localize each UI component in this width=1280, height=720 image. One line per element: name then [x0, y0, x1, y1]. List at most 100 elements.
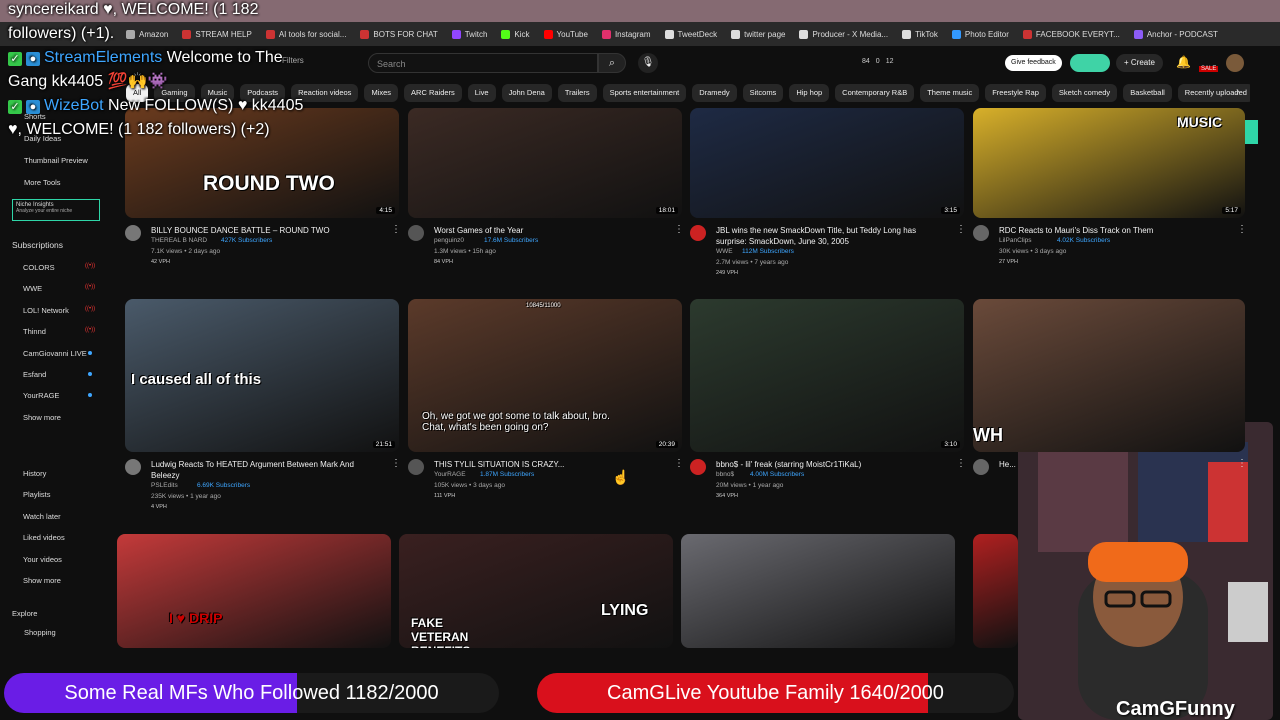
chip-sitcoms[interactable]: Sitcoms — [742, 84, 784, 102]
sidebar-you-item[interactable]: Playlists — [23, 490, 51, 499]
sidebar-you-item[interactable]: Watch later — [23, 512, 61, 521]
bookmark-item[interactable]: Producer - X Media... — [799, 29, 888, 39]
video-thumbnail[interactable]: WH — [973, 299, 1245, 452]
channel-name[interactable]: penguinz0 — [434, 237, 464, 244]
bookmark-item[interactable]: twitter page — [731, 29, 785, 39]
sidebar-sub-item[interactable]: YourRAGE — [23, 391, 59, 400]
chip-dramedy[interactable]: Dramedy — [692, 84, 737, 102]
channel-name[interactable]: LilPanClips — [999, 237, 1032, 244]
sidebar-sub-item[interactable]: LOL! Network — [23, 306, 69, 315]
bookmark-item[interactable]: Instagram — [601, 29, 651, 39]
sidebar-sub-item[interactable]: Thinnd — [23, 327, 46, 336]
more-options-icon[interactable]: ⋮ — [1237, 224, 1247, 235]
niche-insights-button[interactable]: Niche Insights Analyze your entire niche — [12, 199, 100, 221]
video-title[interactable]: Ludwig Reacts To HEATED Argument Between… — [151, 459, 381, 481]
bookmark-item[interactable]: YouTube — [543, 29, 588, 39]
channel-avatar[interactable] — [408, 459, 424, 475]
chip-live[interactable]: Live — [467, 84, 496, 102]
sidebar-sub-item[interactable]: COLORS — [23, 263, 55, 272]
views-per-hour: 249 VPH — [716, 270, 739, 276]
video-title[interactable]: BILLY BOUNCE DANCE BATTLE – ROUND TWO — [151, 225, 381, 236]
channel-avatar[interactable] — [125, 459, 141, 475]
chip-trailers[interactable]: Trailers — [557, 84, 597, 102]
chevron-right-icon[interactable]: › — [1236, 86, 1239, 97]
video-thumbnail[interactable]: FAKE VETERAN BENEFITS LYING — [399, 534, 673, 648]
chip-arc-raiders[interactable]: ARC Raiders — [404, 84, 462, 102]
video-thumbnail[interactable]: I ♥ DRIP — [117, 534, 391, 648]
bookmark-item[interactable]: FACEBOOK EVERYT... — [1022, 29, 1120, 39]
video-thumbnail[interactable]: Oh, we got we got some to talk about, br… — [408, 299, 682, 452]
video-title[interactable]: THIS TYLIL SITUATION IS CRAZY... — [434, 459, 664, 470]
chip-freestyle-rap[interactable]: Freestyle Rap — [985, 84, 1046, 102]
channel-name[interactable]: YourRAGE — [434, 471, 466, 478]
search-icon[interactable]: ⌕ — [598, 53, 626, 73]
more-options-icon[interactable]: ⋮ — [1237, 458, 1247, 469]
video-thumbnail[interactable] — [973, 534, 1018, 648]
sidebar-sub-item[interactable]: WWE — [23, 284, 42, 293]
sidebar-you-item[interactable]: History — [23, 469, 46, 478]
more-options-icon[interactable]: ⋮ — [391, 458, 401, 469]
bookmark-item[interactable]: BOTS FOR CHAT — [360, 29, 438, 39]
channel-name[interactable]: PSLEdits — [151, 482, 178, 489]
bookmark-item[interactable]: TweetDeck — [664, 29, 717, 39]
create-button[interactable]: + Create — [1116, 54, 1163, 72]
channel-avatar[interactable] — [125, 225, 141, 241]
video-thumbnail[interactable] — [681, 534, 955, 648]
video-title[interactable]: Worst Games of the Year — [434, 225, 664, 236]
more-options-icon[interactable]: ⋮ — [956, 458, 966, 469]
more-options-icon[interactable]: ⋮ — [674, 458, 684, 469]
video-thumbnail[interactable]: 3:15 — [690, 108, 964, 218]
avatar[interactable] — [1226, 54, 1244, 72]
microphone-icon[interactable]: 🎙 — [638, 53, 658, 73]
bell-icon[interactable]: 🔔 — [1176, 55, 1191, 69]
sidebar-sub-item[interactable]: Esfand — [23, 370, 46, 379]
sidebar-explore-item[interactable]: Shopping — [24, 628, 56, 637]
sidebar-item[interactable]: More Tools — [24, 178, 61, 187]
give-feedback-button[interactable]: Give feedback — [1005, 55, 1062, 71]
channel-name[interactable]: WWE — [716, 248, 733, 255]
sidebar-explore-item[interactable]: Explore — [12, 609, 37, 618]
bookmark-item[interactable]: Anchor - PODCAST — [1133, 29, 1218, 39]
search-input[interactable]: Search — [368, 53, 598, 73]
channel-name[interactable]: THEREAL B NARD — [151, 237, 207, 244]
bookmark-item[interactable]: Photo Editor — [951, 29, 1009, 39]
bookmark-item[interactable]: Twitch — [451, 29, 487, 39]
chip-theme-music[interactable]: Theme music — [920, 84, 980, 102]
chip-basketball[interactable]: Basketball — [1123, 84, 1172, 102]
chip-sketch-comedy[interactable]: Sketch comedy — [1051, 84, 1118, 102]
sidebar-you-item[interactable]: Your videos — [23, 555, 62, 564]
sidebar-sub-item[interactable]: Show more — [23, 413, 61, 422]
chip-mixes[interactable]: Mixes — [364, 84, 399, 102]
bookmark-item[interactable]: Kick — [501, 29, 530, 39]
more-options-icon[interactable]: ⋮ — [956, 224, 966, 235]
sidebar-you-item[interactable]: Show more — [23, 576, 61, 585]
channel-avatar[interactable] — [973, 459, 989, 475]
video-thumbnail[interactable]: 3:10 — [690, 299, 964, 452]
sidebar-sub-item[interactable]: CamGiovanni LIVE — [23, 349, 87, 358]
bookmark-item[interactable]: TikTok — [902, 29, 938, 39]
chip-sports-entertainment[interactable]: Sports entertainment — [602, 84, 687, 102]
subscriptions-header[interactable]: Subscriptions — [12, 240, 63, 250]
more-options-icon[interactable]: ⋮ — [674, 224, 684, 235]
channel-avatar[interactable] — [690, 459, 706, 475]
channel-name[interactable]: bbno$ — [716, 471, 734, 478]
sidebar-you-item[interactable]: Liked videos — [23, 533, 65, 542]
video-thumbnail[interactable]: MUSIC 5:17 — [973, 108, 1245, 218]
channel-avatar[interactable] — [690, 225, 706, 241]
video-title[interactable]: bbno$ - lil' freak (starring MoistCr1TiK… — [716, 459, 946, 470]
chip-john-dena[interactable]: John Dena — [501, 84, 552, 102]
chip-contemporary-r-b[interactable]: Contemporary R&B — [835, 84, 915, 102]
video-title[interactable]: He... — [999, 459, 1227, 470]
channel-avatar[interactable] — [408, 225, 424, 241]
video-title[interactable]: RDC Reacts to Mauri's Diss Track on Them — [999, 225, 1227, 236]
playback-progress: 10845/11000 — [526, 303, 561, 309]
more-options-icon[interactable]: ⋮ — [391, 224, 401, 235]
sale-badge: SALE — [1199, 66, 1219, 72]
chip-hip-hop[interactable]: Hip hop — [789, 84, 830, 102]
sidebar-item[interactable]: Thumbnail Preview — [24, 156, 88, 165]
extension-toggle[interactable] — [1070, 54, 1110, 72]
channel-avatar[interactable] — [973, 225, 989, 241]
video-thumbnail[interactable]: 18:01 — [408, 108, 682, 218]
video-title[interactable]: JBL wins the new SmackDown Title, but Te… — [716, 225, 946, 247]
video-thumbnail[interactable]: I caused all of this 21:51 — [125, 299, 399, 452]
